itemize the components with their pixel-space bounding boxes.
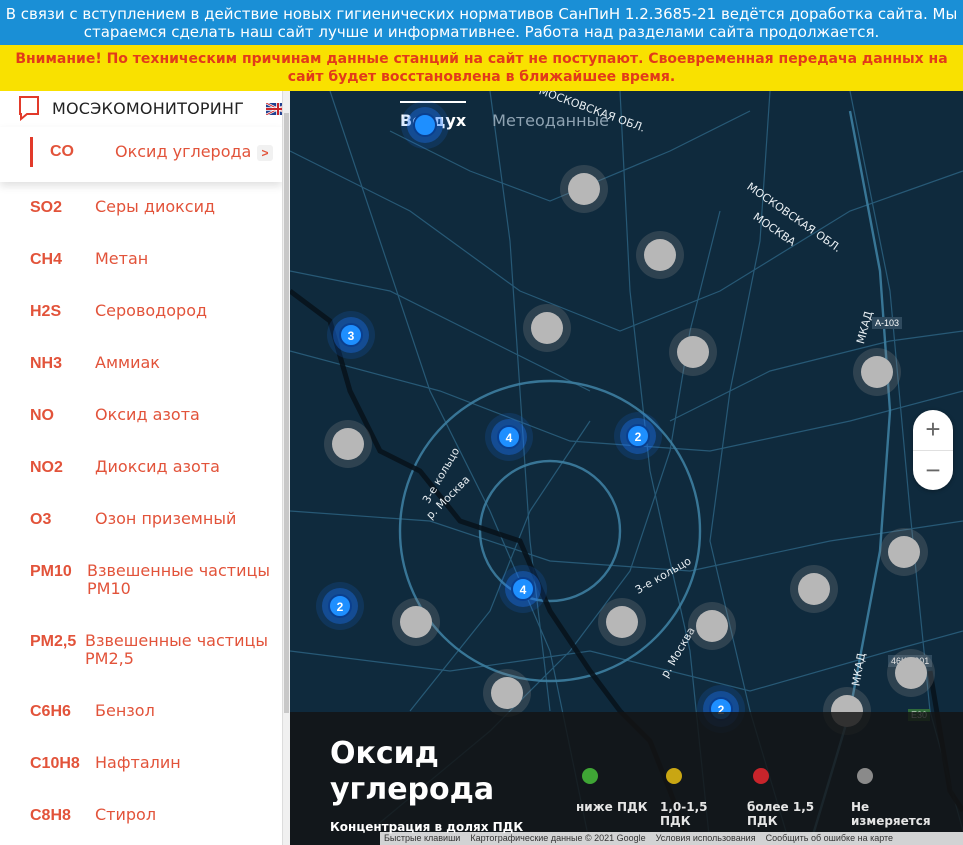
pollutant-name: Бензол — [95, 701, 155, 720]
pollutant-name: Оксид азота — [95, 405, 200, 424]
sidebar-item-c10h8[interactable]: C10H8 Нафталин — [0, 747, 282, 799]
brand-logo-link[interactable]: МОСЭКОМОНИТОРИНГ — [18, 93, 244, 123]
pollutant-name: Взвешенные частицы PM2,5 — [85, 631, 269, 668]
site-update-banner: В связи с вступлением в действие новых г… — [0, 0, 963, 45]
pollutant-code: SO2 — [30, 199, 63, 216]
pollutant-code: CH4 — [30, 251, 63, 268]
sidebar-item-c6h6[interactable]: C6H6 Бензол — [0, 695, 282, 747]
sidebar-item-ch4[interactable]: CH4 Метан — [0, 243, 282, 295]
active-indicator — [30, 137, 33, 167]
speech-bubble-icon — [19, 96, 39, 121]
pollutant-list: SO2 Серы диоксид CH4 Метан H2S Сероводор… — [0, 191, 282, 845]
pollutant-code: PM10 — [30, 563, 72, 580]
legend-item-limit-1-1.5: 1,0-1,5 ПДК — [660, 768, 740, 828]
station-marker[interactable] — [568, 173, 600, 205]
pollutant-name: Нафталин — [95, 753, 181, 772]
pollutant-code: C8H8 — [30, 807, 71, 824]
data-outage-text: Внимание! По техническим причинам данные… — [15, 51, 948, 85]
sidebar-item-so2[interactable]: SO2 Серы диоксид — [0, 191, 282, 243]
sidebar-item-no2[interactable]: NO2 Диоксид азота — [0, 451, 282, 503]
pollutant-code: PM2,5 — [30, 633, 77, 650]
pollutant-name: Аммиак — [95, 353, 160, 372]
road-tag: А-103 — [872, 317, 903, 329]
legend-dot — [666, 768, 682, 784]
attribution-report-link[interactable]: Сообщить об ошибке на карте — [766, 832, 893, 845]
attribution-map-data: Картографические данные © 2021 Google — [470, 833, 646, 843]
legend-title: Оксид углерода — [330, 736, 495, 807]
legend-dot — [857, 768, 873, 784]
site-update-text: В связи с вступлением в действие новых г… — [5, 5, 958, 41]
station-marker[interactable] — [531, 312, 563, 344]
station-cluster[interactable]: 4 — [497, 425, 521, 449]
pollution-map[interactable]: Воздух Метеоданные МОСКОВСКАЯ ОБЛ. МОСКО… — [290, 91, 963, 845]
pollutant-code: NH3 — [30, 355, 63, 372]
station-marker[interactable] — [861, 356, 893, 388]
legend-label: более 1,5 ПДК — [747, 800, 815, 828]
station-marker[interactable] — [798, 573, 830, 605]
station-marker[interactable] — [888, 536, 920, 568]
pollutant-name: Взвешенные частицы PM10 — [87, 561, 271, 598]
station-marker[interactable] — [332, 428, 364, 460]
legend-label: ниже ПДК — [576, 800, 648, 814]
sidebar-scrollbar[interactable] — [282, 91, 290, 845]
legend-item-below-limit: ниже ПДК — [576, 768, 656, 814]
brand-name: МОСЭКОМОНИТОРИНГ — [52, 98, 245, 118]
station-cluster[interactable]: 2 — [328, 594, 352, 618]
pollutant-code: CO — [50, 143, 74, 160]
sidebar-item-no[interactable]: NO Оксид азота — [0, 399, 282, 451]
pollutant-code: NO — [30, 407, 54, 424]
sidebar-item-co-active[interactable]: CO Оксид углерода > — [0, 127, 282, 182]
pollutant-code: O3 — [30, 511, 52, 528]
pollutant-name: Серы диоксид — [95, 197, 216, 216]
scrollbar-thumb[interactable] — [284, 113, 289, 713]
data-outage-banner: Внимание! По техническим причинам данные… — [0, 45, 963, 91]
pollutant-name: Сероводород — [95, 301, 208, 320]
pollutant-name: Оксид углерода — [115, 142, 252, 161]
sidebar-item-pm25[interactable]: PM2,5 Взвешенные частицы PM2,5 — [0, 625, 282, 695]
pollutant-name: Метан — [95, 249, 149, 268]
sidebar-item-h2s[interactable]: H2S Сероводород — [0, 295, 282, 347]
pollutant-code: NO2 — [30, 459, 63, 476]
station-marker[interactable] — [491, 677, 523, 709]
station-marker[interactable] — [677, 336, 709, 368]
station-marker[interactable] — [696, 610, 728, 642]
pollutant-code: C10H8 — [30, 755, 80, 772]
attribution-terms-link[interactable]: Условия использования — [656, 832, 756, 845]
sidebar-item-o3[interactable]: O3 Озон приземный — [0, 503, 282, 555]
station-cluster[interactable]: 4 — [511, 577, 535, 601]
pollutant-code: H2S — [30, 303, 62, 320]
attribution-shortcuts-link[interactable]: Быстрые клавиши — [384, 832, 460, 845]
zoom-control: + − — [913, 410, 953, 490]
zoom-out-button[interactable]: − — [913, 450, 953, 490]
station-cluster[interactable]: 3 — [339, 323, 363, 347]
station-marker[interactable] — [400, 606, 432, 638]
station-marker[interactable] — [895, 657, 927, 689]
chevron-right-icon[interactable]: > — [257, 145, 273, 161]
pollutant-name: Диоксид азота — [95, 457, 220, 476]
station-marker[interactable] — [606, 606, 638, 638]
sidebar-item-nh3[interactable]: NH3 Аммиак — [0, 347, 282, 399]
legend-item-above-limit: более 1,5 ПДК — [747, 768, 827, 828]
pollutant-name: Стирол — [95, 805, 157, 824]
map-attribution: Быстрые клавиши Картографические данные … — [380, 832, 963, 845]
sidebar-item-pm10[interactable]: PM10 Взвешенные частицы PM10 — [0, 555, 282, 625]
pollutant-name: Озон приземный — [95, 509, 237, 528]
legend-label: 1,0-1,5 ПДК — [660, 800, 708, 828]
station-cluster[interactable] — [413, 113, 437, 137]
legend-dot — [582, 768, 598, 784]
sidebar-item-c8h8[interactable]: C8H8 Стирол — [0, 799, 282, 845]
station-cluster[interactable]: 2 — [626, 424, 650, 448]
pollutant-sidebar: МОСЭКОМОНИТОРИНГ CO Оксид углерода > SO2… — [0, 91, 290, 845]
station-marker[interactable] — [644, 239, 676, 271]
zoom-in-button[interactable]: + — [913, 410, 953, 450]
legend-label: Не измеряется — [851, 800, 931, 828]
legend-dot — [753, 768, 769, 784]
legend-panel: Оксид углерода Концентрация в долях ПДК … — [290, 712, 963, 845]
legend-item-not-measured: Не измеряется — [851, 768, 931, 828]
pollutant-code: C6H6 — [30, 703, 71, 720]
